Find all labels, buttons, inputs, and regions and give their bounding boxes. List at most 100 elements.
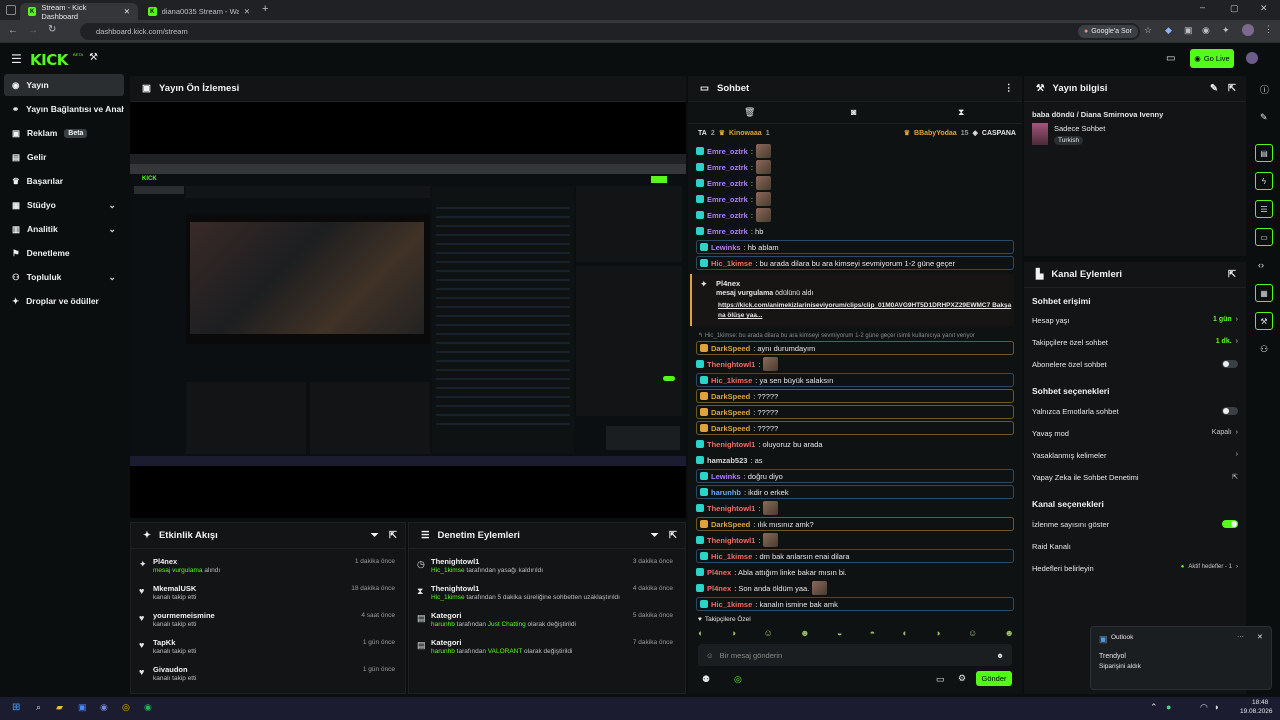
highlight-link[interactable]: https://kick.com/animekizlariniseviyorum…	[718, 301, 1012, 321]
chat-username[interactable]: Emre_oztrk	[707, 179, 748, 188]
window-menu-icon[interactable]	[6, 5, 16, 15]
chat-input[interactable]: ☺ Bir mesaj gönderin ☻	[698, 644, 1012, 666]
chat-username[interactable]: Emre_oztrk	[707, 163, 748, 172]
sidebar-item-revenue[interactable]: ▤ Gelir	[4, 146, 124, 168]
chat-username[interactable]: DarkSpeed	[711, 344, 750, 353]
chat-bubble-icon[interactable]: ◙	[851, 107, 856, 117]
minimize-icon[interactable]: –	[1200, 2, 1205, 12]
sidebar-item-moderation[interactable]: ⚑ Denetleme	[4, 242, 124, 264]
close-icon[interactable]: ✕	[1257, 633, 1263, 641]
emote-icon[interactable]: ◐	[902, 628, 907, 640]
chat-username[interactable]: Pl4nex	[707, 584, 731, 593]
info-icon[interactable]: ⓘ	[1260, 83, 1269, 96]
search-icon[interactable]: ⌕	[36, 702, 41, 713]
emote-icon[interactable]: ☺	[968, 628, 977, 640]
goals-row[interactable]: Hedefleri belirleyin ● Aktif hedefler - 1 ›	[1024, 564, 1246, 578]
tray-icon[interactable]: ●	[1166, 702, 1171, 712]
browser-tab-stream[interactable]: K diana0035 Stream - Watch Live ✕	[140, 3, 258, 20]
raid-row[interactable]: Raid Kanalı	[1024, 542, 1246, 556]
reload-icon[interactable]: ↻	[48, 24, 56, 35]
ai-moderation-row[interactable]: Yapay Zeka ile Sohbet Denetimi ⇱	[1024, 473, 1246, 487]
viewer-count-toggle[interactable]	[1222, 520, 1238, 528]
edit-icon[interactable]: ✎	[1210, 83, 1218, 94]
rail-button-flash[interactable]: ϟ	[1255, 172, 1273, 190]
sidebar-item-community[interactable]: ⚇ Topluluk ⌄	[4, 266, 124, 288]
chat-username[interactable]: DarkSpeed	[711, 392, 750, 401]
followers-only-row[interactable]: Takipçilere özel sohbet 1 dk. ›	[1024, 338, 1246, 352]
hourglass-icon[interactable]: ⧗	[958, 107, 964, 118]
volume-icon[interactable]: ◗	[1214, 702, 1219, 712]
banned-words-row[interactable]: Yasaklanmış kelimeler ›	[1024, 451, 1246, 465]
profile-icon[interactable]	[1242, 24, 1254, 36]
filter-icon[interactable]: ⏷	[651, 530, 659, 541]
rail-button-list[interactable]: ☰	[1255, 200, 1273, 218]
chat-username[interactable]: Thenightowl1	[707, 360, 755, 369]
emote-icon[interactable]: ◑	[935, 628, 940, 640]
notification-toast[interactable]: ▣ Outlook ⋯ ✕ Trendyol Siparişini aldık	[1090, 626, 1272, 690]
close-tab-icon[interactable]: ✕	[244, 7, 250, 16]
popout-icon[interactable]: ⇱	[1228, 269, 1236, 280]
chat-username[interactable]: Pl4nex	[707, 568, 731, 577]
popout-icon[interactable]: ⇱	[669, 530, 677, 541]
emote-icon[interactable]: ◐	[698, 628, 703, 640]
forward-icon[interactable]: →	[28, 25, 38, 36]
extension-icon[interactable]: ◆	[1165, 25, 1172, 36]
subs-only-toggle[interactable]	[1222, 360, 1238, 368]
send-button[interactable]: Gönder	[976, 671, 1012, 686]
sidebar-item-analytics[interactable]: ▥ Analitik ⌄	[4, 218, 124, 240]
users-icon[interactable]: ⚇	[1260, 344, 1268, 355]
wifi-icon[interactable]: ◠	[1200, 702, 1208, 713]
chat-username[interactable]: Emre_oztrk	[707, 147, 748, 156]
close-window-icon[interactable]: ✕	[1260, 3, 1268, 14]
points-icon[interactable]: ⚉	[702, 674, 710, 685]
chat-username[interactable]: DarkSpeed	[711, 520, 750, 529]
clock-date[interactable]: 19.08.2026	[1240, 708, 1273, 715]
chat-username[interactable]: DarkSpeed	[711, 424, 750, 433]
sidebar-item-drops[interactable]: ✦ Droplar ve ödüller	[4, 290, 124, 312]
close-tab-icon[interactable]: ✕	[124, 7, 130, 16]
stream-preview-video[interactable]: KICK	[130, 154, 686, 456]
emote-icon[interactable]: ◓	[870, 628, 875, 640]
smiley-icon[interactable]: ☻	[996, 651, 1004, 660]
slow-mode-row[interactable]: Yavaş mod Kapalı ›	[1024, 429, 1246, 443]
more-icon[interactable]: ⋯	[1237, 633, 1244, 641]
chat-username[interactable]: Thenightowl1	[707, 504, 755, 513]
chat-username[interactable]: Lewinks	[711, 243, 741, 252]
emote-icon[interactable]: ◒	[837, 628, 842, 640]
sidebar-item-stream-key[interactable]: ⚭ Yayın Bağlantısı ve Anahtar	[4, 98, 124, 120]
chat-username[interactable]: Hic_1kimse	[711, 259, 752, 268]
clock-time[interactable]: 18:48	[1252, 699, 1268, 706]
hammer-icon[interactable]: ⚒	[89, 52, 98, 63]
more-icon[interactable]: ⋮	[1264, 24, 1273, 35]
emote-icon[interactable]: ☺	[764, 628, 773, 640]
emote-icon[interactable]: ☻	[800, 628, 809, 640]
puzzle-icon[interactable]: ✦	[1222, 25, 1230, 36]
chat-bubble-icon[interactable]: ▭	[936, 674, 945, 685]
chat-username[interactable]: Hic_1kimse	[711, 600, 752, 609]
account-age-row[interactable]: Hesap yaşı 1 gün ›	[1024, 316, 1246, 330]
new-tab-icon[interactable]: +	[262, 3, 268, 15]
rail-button-settings[interactable]: ▦	[1255, 284, 1273, 302]
emote-icon[interactable]: ◑	[731, 628, 736, 640]
extension-icon[interactable]: ◉	[1202, 25, 1210, 36]
chat-username[interactable]: Emre_oztrk	[707, 227, 748, 236]
kick-points-icon[interactable]: ◎	[734, 674, 742, 685]
code-icon[interactable]: ‹›	[1258, 260, 1264, 270]
sidebar-item-yayin[interactable]: ◉ Yayın	[4, 74, 124, 96]
kick-logo[interactable]: KICK	[30, 51, 68, 69]
chat-username[interactable]: harunhb	[711, 488, 741, 497]
user-avatar[interactable]	[1246, 52, 1258, 64]
google-ask-badge[interactable]: ● Google'a Sor	[1078, 25, 1138, 38]
more-icon[interactable]: ⋮	[1004, 83, 1014, 94]
emote-icon[interactable]: ☻	[1004, 628, 1013, 640]
sidebar-item-studio[interactable]: ▦ Stüdyo ⌄	[4, 194, 124, 216]
back-icon[interactable]: ←	[8, 25, 18, 36]
emote-only-toggle[interactable]	[1222, 407, 1238, 415]
popout-icon[interactable]: ⇱	[1228, 83, 1236, 94]
edit-icon[interactable]: ✎	[1260, 112, 1268, 123]
sidebar-item-achievements[interactable]: ♛ Başarılar	[4, 170, 124, 192]
spotify-icon[interactable]: ◉	[144, 702, 152, 713]
popout-icon[interactable]: ⇱	[389, 530, 397, 541]
chat-username[interactable]: Lewinks	[711, 472, 741, 481]
browser-tab-dashboard[interactable]: K Stream - Kick Dashboard ✕	[20, 3, 138, 21]
